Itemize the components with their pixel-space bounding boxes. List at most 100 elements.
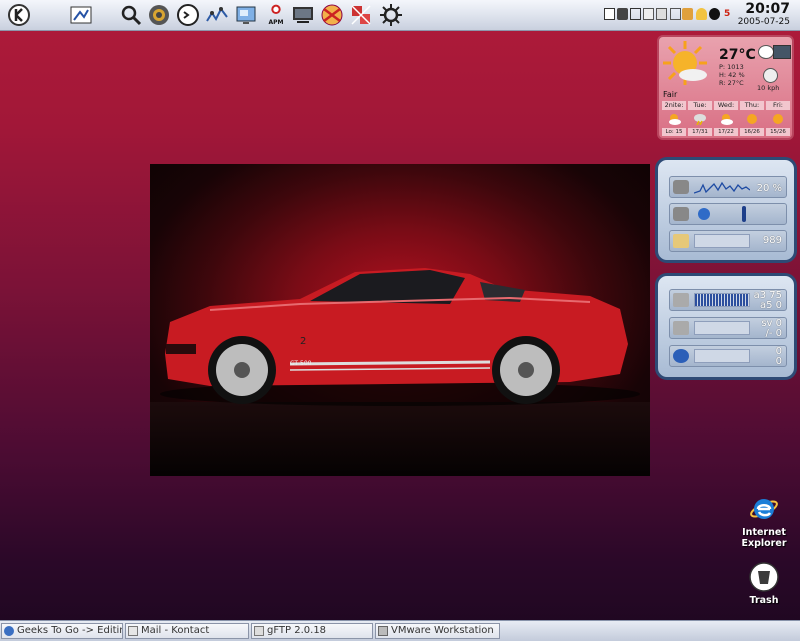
wallpaper-car-photo: GT 500 2 bbox=[150, 164, 650, 476]
top-panel: APM 5 20:07 2005-07-25 bbox=[0, 0, 800, 31]
system-monitor-widget[interactable]: 20 % 989 bbox=[655, 157, 797, 263]
weather-forecast: 2nite: Lo: 15 Tue: 17/31 Wed: 17/22 Thu:… bbox=[662, 101, 790, 136]
globe-icon[interactable] bbox=[758, 45, 774, 59]
apm-icon[interactable]: APM bbox=[263, 2, 289, 28]
media-icon[interactable] bbox=[348, 2, 374, 28]
task-label: Geeks To Go -> Editing P bbox=[17, 625, 122, 636]
car-badge: GT 500 bbox=[290, 360, 312, 367]
network-icon[interactable] bbox=[643, 8, 654, 20]
printer-icon[interactable] bbox=[670, 8, 681, 20]
weather-realfeel: R: 27°C bbox=[719, 79, 744, 87]
disk-bar bbox=[694, 234, 750, 248]
vmware-icon bbox=[378, 626, 388, 636]
network-graph-icon[interactable] bbox=[204, 2, 230, 28]
task-label: gFTP 2.0.18 bbox=[267, 625, 327, 636]
forecast-temp: Lo: 15 bbox=[662, 128, 686, 136]
window-list-icon[interactable] bbox=[630, 8, 641, 20]
desktop-switcher-icon[interactable] bbox=[233, 2, 259, 28]
net1-line2: a5 0 bbox=[759, 300, 782, 311]
package-icon[interactable] bbox=[682, 8, 693, 20]
forecast-temp: 15/26 bbox=[766, 128, 790, 136]
clock[interactable]: 20:07 2005-07-25 bbox=[738, 1, 790, 28]
camera-icon[interactable] bbox=[617, 8, 628, 20]
skype-icon[interactable]: 5 bbox=[724, 8, 735, 20]
forecast-day: Thu: 16/26 bbox=[740, 101, 764, 136]
forecast-day: Tue: 17/31 bbox=[688, 101, 712, 136]
network-monitor-widget[interactable]: a3 75 a5 0 sv 0 /- 0 0 0 bbox=[655, 273, 797, 380]
weather-condition: Fair bbox=[663, 90, 678, 99]
clock-date: 2005-07-25 bbox=[737, 17, 790, 27]
kde-control-icon[interactable] bbox=[68, 2, 94, 28]
clipboard-icon[interactable] bbox=[604, 8, 615, 20]
kmenu-icon[interactable] bbox=[6, 2, 32, 28]
weather-pressure: P: 1013 bbox=[719, 63, 744, 71]
partly-cloudy-icon bbox=[715, 112, 737, 126]
forecast-day-name: Wed: bbox=[714, 101, 738, 110]
desktop-icon-label: Trash bbox=[749, 595, 779, 606]
disk-value: 989 bbox=[762, 235, 782, 246]
weather-wind: 10 kph bbox=[757, 84, 780, 92]
sun-icon bbox=[767, 112, 789, 126]
cpu-graph bbox=[694, 181, 750, 194]
task-vmware[interactable]: VMware Workstation bbox=[375, 623, 500, 639]
forecast-temp: 16/26 bbox=[740, 128, 764, 136]
network-row-3: 0 0 bbox=[669, 345, 787, 367]
device-icon[interactable] bbox=[656, 8, 667, 20]
disk-row: 989 bbox=[669, 230, 787, 252]
network-card-icon bbox=[673, 321, 689, 335]
wind-icon bbox=[763, 68, 778, 83]
weather-widget[interactable]: 27°C P: 1013 H: 42 % R: 27°C 10 kph Fair… bbox=[657, 35, 794, 140]
bomb-icon[interactable] bbox=[709, 8, 720, 20]
sun-icon bbox=[741, 112, 763, 126]
task-mail[interactable]: Mail - Kontact bbox=[125, 623, 249, 639]
desktop-icon-label: Internet bbox=[742, 527, 786, 538]
internet-explorer-icon bbox=[750, 499, 778, 519]
taskbar: Geeks To Go -> Editing P Mail - Kontact … bbox=[0, 620, 800, 641]
task-ftp[interactable]: gFTP 2.0.18 bbox=[251, 623, 373, 639]
net3-line2: 0 bbox=[775, 356, 782, 367]
network-bar-2 bbox=[694, 321, 750, 335]
cpu-icon bbox=[673, 180, 689, 194]
monitor-icon[interactable] bbox=[290, 2, 316, 28]
internet-explorer-desktop-icon[interactable]: Internet Explorer bbox=[738, 494, 790, 549]
clock-time: 20:07 bbox=[745, 1, 790, 17]
thermometer-icon bbox=[742, 206, 746, 222]
trash-icon bbox=[749, 562, 779, 592]
fan-icon bbox=[698, 208, 710, 220]
search-icon[interactable] bbox=[118, 2, 144, 28]
harddisk-icon bbox=[673, 207, 689, 221]
memory-icon bbox=[673, 234, 689, 248]
settings-icon[interactable] bbox=[378, 2, 404, 28]
konqueror-icon[interactable] bbox=[146, 2, 172, 28]
cpu-value: 20 % bbox=[756, 183, 782, 194]
forecast-day-name: Thu: bbox=[740, 101, 764, 110]
desktop-icon-label: Explorer bbox=[741, 538, 787, 549]
forecast-day-name: Fri: bbox=[766, 101, 790, 110]
weather-temperature: 27°C bbox=[719, 47, 756, 63]
lock-icon[interactable] bbox=[696, 8, 707, 20]
globe-icon bbox=[673, 349, 689, 363]
network-bar-3 bbox=[694, 349, 750, 363]
forecast-temp: 17/31 bbox=[688, 128, 712, 136]
network-bar-1 bbox=[694, 293, 750, 307]
forecast-temp: 17/22 bbox=[714, 128, 738, 136]
trash-desktop-icon[interactable]: Trash bbox=[740, 562, 788, 606]
sun-cloud-icon bbox=[663, 41, 707, 85]
ksysguard-icon[interactable] bbox=[319, 2, 345, 28]
network-row-2: sv 0 /- 0 bbox=[669, 317, 787, 339]
net2-line2: /- 0 bbox=[765, 328, 782, 339]
browser-icon bbox=[4, 626, 14, 636]
forecast-day: 2nite: Lo: 15 bbox=[662, 101, 686, 136]
partly-cloudy-icon bbox=[663, 112, 685, 126]
mustang-car-image bbox=[160, 268, 640, 406]
task-browser[interactable]: Geeks To Go -> Editing P bbox=[1, 623, 123, 639]
storm-icon bbox=[689, 112, 711, 126]
map-icon[interactable] bbox=[773, 45, 791, 59]
mail-icon bbox=[128, 626, 138, 636]
car-number: 2 bbox=[300, 336, 307, 347]
task-label: Mail - Kontact bbox=[141, 625, 210, 636]
ftp-icon bbox=[254, 626, 264, 636]
terminal-icon[interactable] bbox=[175, 2, 201, 28]
task-label: VMware Workstation bbox=[391, 625, 494, 636]
network-card-icon bbox=[673, 293, 689, 307]
